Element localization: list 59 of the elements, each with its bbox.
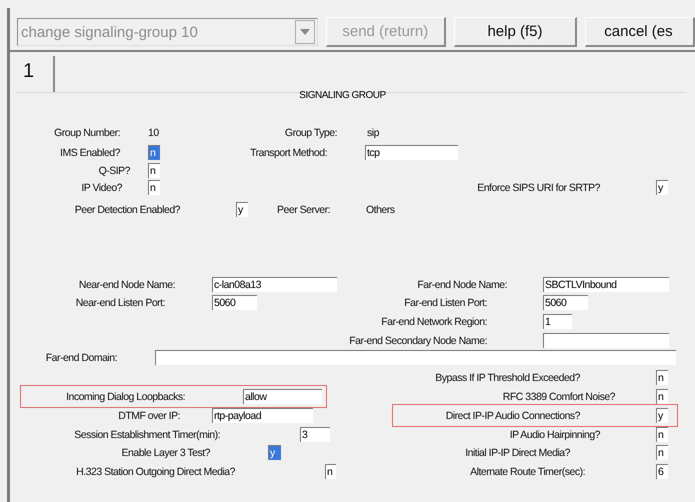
field-label: Far-end Network Region: (381, 315, 487, 329)
field-label: Far-end Node Name: (417, 278, 507, 292)
field-label: Bypass If IP Threshold Exceeded? (435, 371, 580, 385)
input-field[interactable]: n (325, 464, 336, 479)
input-field[interactable]: n (656, 389, 668, 404)
field-label: H.323 Station Outgoing Direct Media? (76, 465, 235, 479)
field-label: Far-end Domain: (46, 351, 117, 365)
input-field[interactable] (543, 333, 669, 348)
input-field[interactable]: rtp-payload (212, 408, 313, 423)
input-field[interactable]: y (236, 202, 248, 217)
field-label: Transport Method: (250, 146, 327, 160)
field-label: Enable Layer 3 Test? (122, 446, 210, 460)
field-label: Group Number: (54, 126, 120, 140)
input-field[interactable]: y (656, 180, 668, 195)
field-label: Initial IP-IP Direct Media? (465, 446, 570, 460)
field-label: Far-end Listen Port: (404, 296, 487, 310)
field-label: Peer Detection Enabled? (74, 203, 180, 217)
input-field[interactable]: 1 (543, 314, 572, 329)
input-field[interactable]: n (148, 163, 160, 178)
input-field[interactable]: allow (243, 389, 322, 404)
field-label: Peer Server: (277, 203, 330, 217)
input-field[interactable]: y (656, 408, 668, 423)
field-value: Others (366, 203, 395, 217)
field-label: Enforce SIPS URI for SRTP? (477, 181, 600, 195)
help-button[interactable]: help (f5) (454, 17, 578, 47)
input-field[interactable]: n (148, 145, 160, 160)
cancel-button[interactable]: cancel (es (585, 17, 695, 47)
section-title: SIGNALING GROUP (298, 90, 387, 101)
input-field[interactable] (155, 350, 676, 365)
input-field[interactable]: SBCTLVInbound (543, 277, 669, 292)
field-label: Direct IP-IP Audio Connections? (446, 409, 580, 423)
input-field[interactable]: tcp (365, 145, 458, 160)
page-tab[interactable]: 1 (15, 56, 55, 92)
field-label: IMS Enabled? (60, 146, 120, 160)
field-label: Q-SIP? (98, 164, 130, 178)
input-field[interactable]: 5060 (543, 295, 588, 310)
field-value: 10 (148, 126, 159, 140)
input-field[interactable]: c-lan08a13 (212, 277, 337, 292)
input-field[interactable]: 5060 (212, 295, 257, 310)
field-label: IP Audio Hairpinning? (510, 428, 600, 442)
field-label: IP Video? (81, 181, 122, 195)
field-label: Far-end Secondary Node Name: (349, 334, 487, 348)
field-label: Alternate Route Timer(sec): (470, 465, 585, 479)
field-label: Incoming Dialog Loopbacks: (66, 390, 185, 404)
field-label: Near-end Listen Port: (76, 296, 165, 310)
field-label: DTMF over IP: (118, 409, 180, 423)
input-field[interactable]: n (656, 370, 668, 385)
input-field[interactable]: 3 (300, 427, 330, 442)
field-value: sip (367, 126, 379, 140)
dropdown-icon[interactable] (295, 20, 315, 44)
field-label: Near-end Node Name: (78, 278, 175, 292)
input-field[interactable]: n (656, 445, 668, 460)
field-label: Group Type: (284, 126, 337, 140)
input-field[interactable]: n (656, 427, 668, 442)
input-field[interactable]: y (268, 445, 281, 460)
input-field[interactable]: n (148, 180, 160, 195)
field-label: RFC 3389 Comfort Noise? (502, 390, 615, 404)
input-field[interactable]: 6 (656, 464, 668, 479)
field-label: Session Establishment Timer(min): (74, 428, 220, 442)
